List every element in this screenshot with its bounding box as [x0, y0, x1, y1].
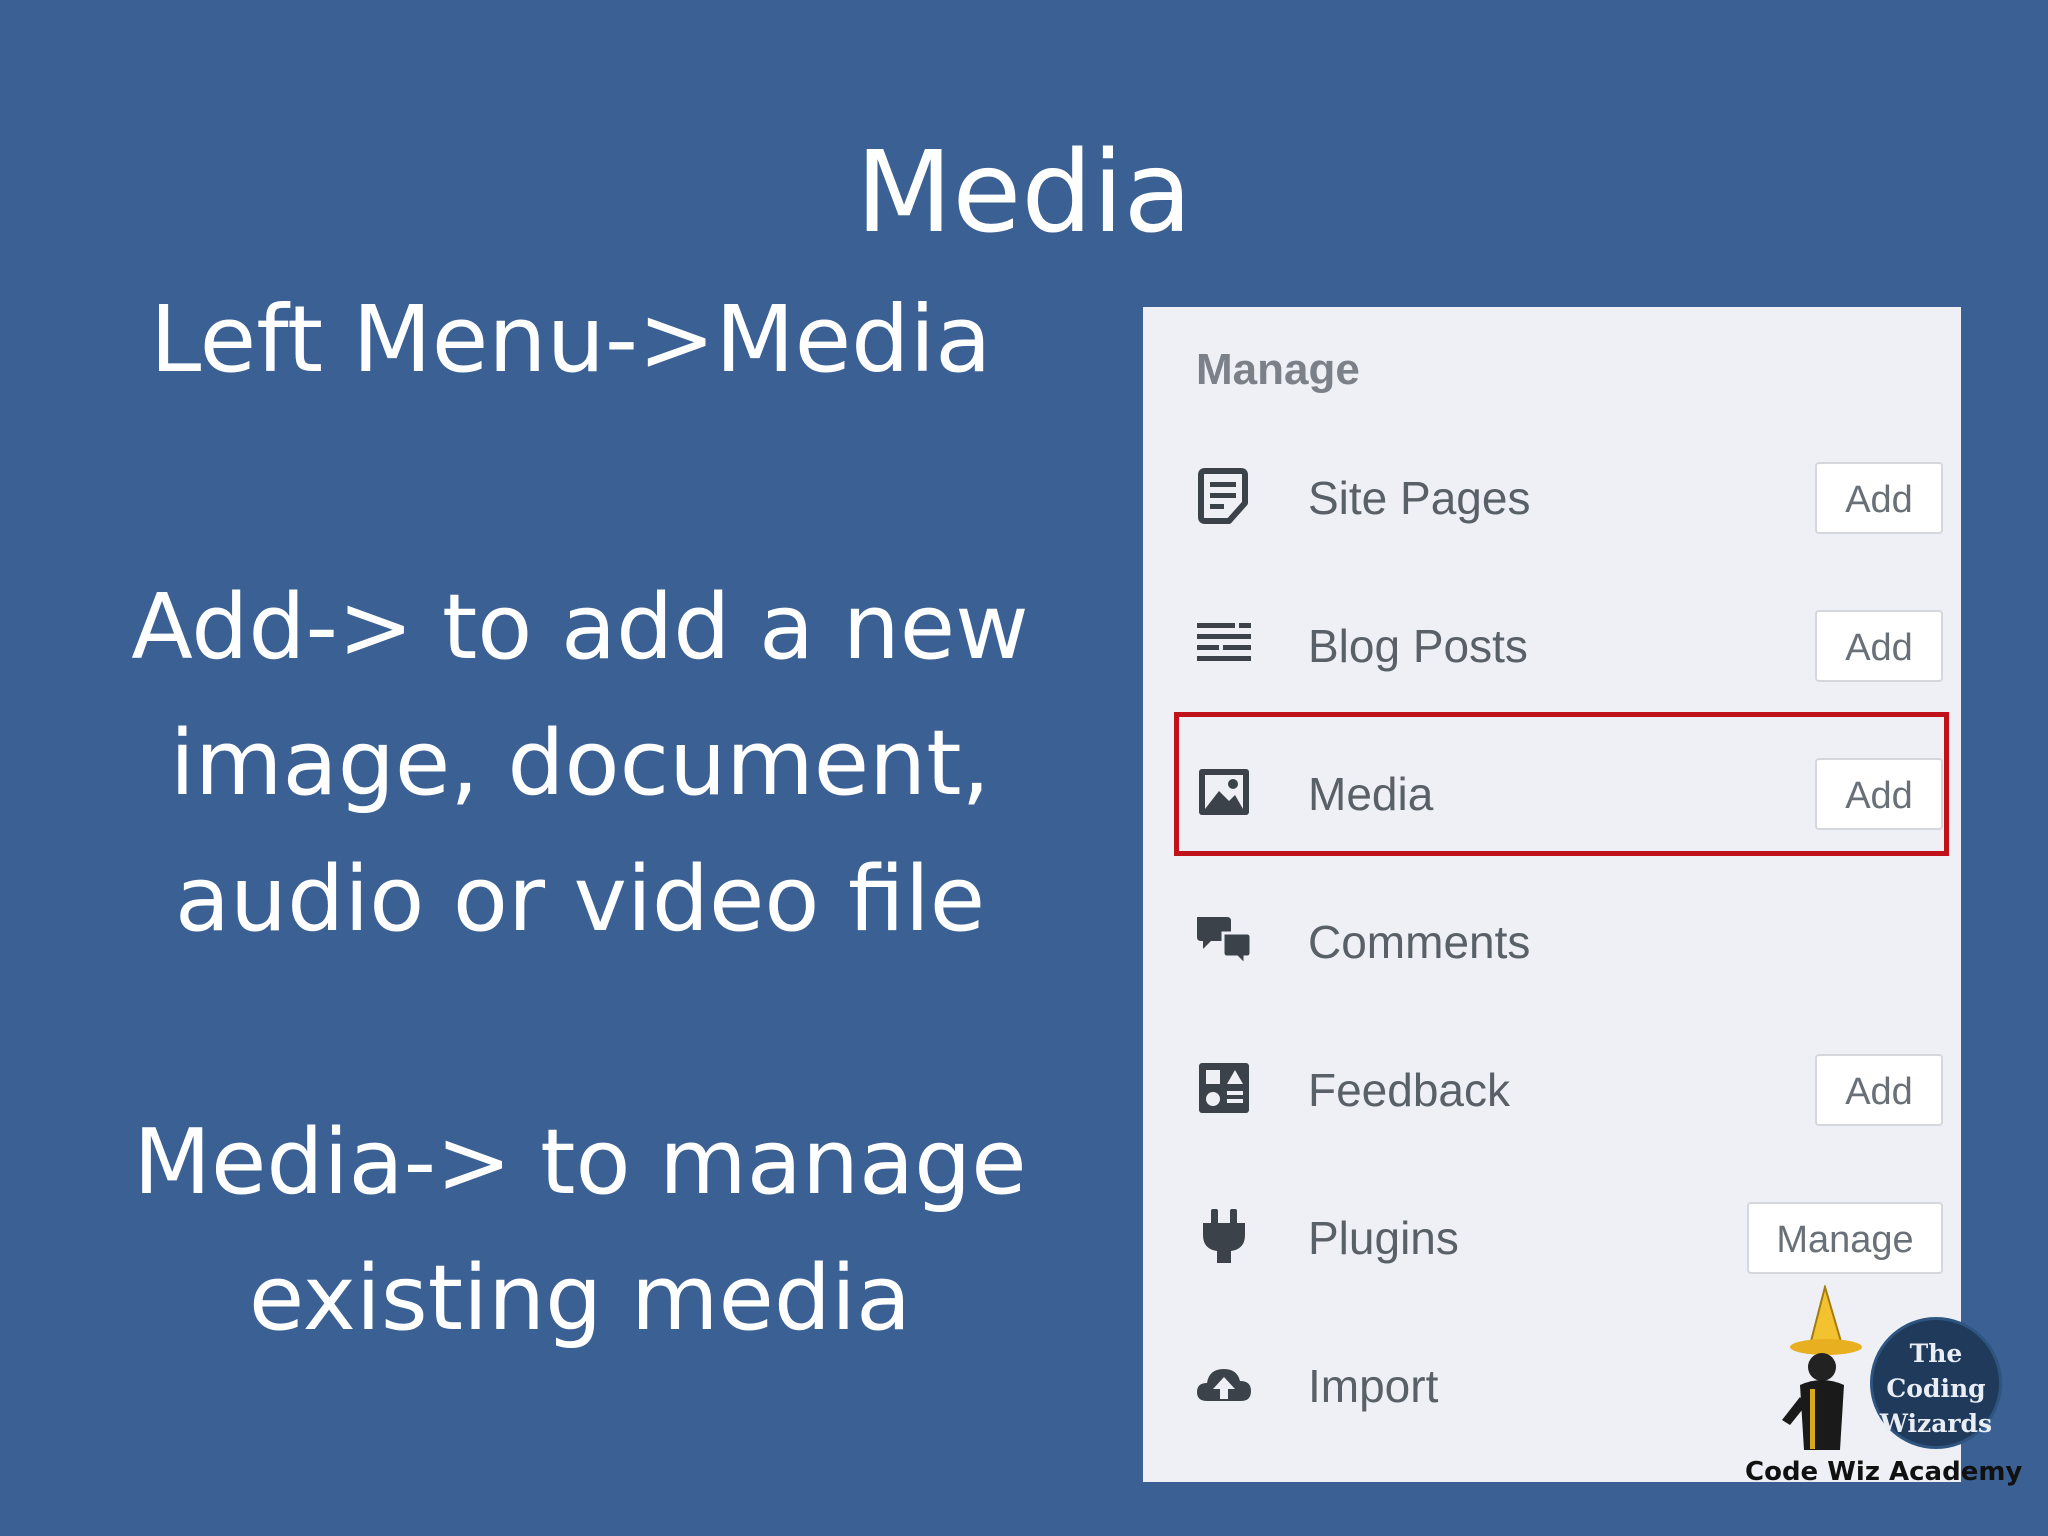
add-description-line: Add-> to add a new: [131, 575, 1029, 680]
menu-item-plugins[interactable]: Plugins Manage: [1183, 1185, 1943, 1285]
logo-line: The: [1909, 1339, 1963, 1368]
plug-icon: [1203, 1209, 1245, 1263]
media-description: Media-> to manage existing media: [80, 1095, 1080, 1367]
media-description-line: Media-> to manage: [133, 1110, 1027, 1215]
panel-heading: Manage: [1196, 345, 1360, 394]
add-description: Add-> to add a new image, document, audi…: [80, 560, 1080, 968]
menu-item-label: Import: [1308, 1360, 1439, 1412]
menu-item-label: Plugins: [1308, 1212, 1459, 1264]
page-icon: [1198, 468, 1248, 524]
menu-item-label: Feedback: [1308, 1064, 1511, 1116]
add-site-page-button[interactable]: Add: [1815, 462, 1943, 534]
add-description-line: audio or video file: [174, 847, 986, 952]
media-description-line: existing media: [248, 1246, 912, 1351]
comments-icon: [1197, 917, 1253, 969]
subheading: Left Menu->Media: [150, 286, 992, 393]
code-wiz-academy-logo: The Coding Wizards Code Wiz Academy: [1740, 1285, 2030, 1495]
add-description-line: image, document,: [169, 711, 991, 816]
menu-item-label: Comments: [1308, 916, 1531, 968]
menu-item-label: Blog Posts: [1308, 620, 1528, 672]
logo-line: Coding: [1886, 1374, 1986, 1403]
media-highlight-box: [1174, 712, 1949, 856]
cloud-upload-icon: [1197, 1369, 1251, 1401]
menu-item-site-pages[interactable]: Site Pages Add: [1183, 445, 1943, 545]
feedback-icon: [1199, 1063, 1249, 1113]
manage-plugins-button[interactable]: Manage: [1747, 1202, 1943, 1274]
coding-wizards-badge: The Coding Wizards: [1870, 1317, 2002, 1449]
wizard-icon: [1782, 1285, 1862, 1450]
logo-line: Wizards: [1879, 1409, 1993, 1438]
logo-caption: Code Wiz Academy: [1745, 1457, 2023, 1487]
menu-item-comments[interactable]: Comments: [1183, 889, 1943, 989]
slide-title: Media: [855, 128, 1193, 258]
menu-item-label: Site Pages: [1308, 472, 1531, 524]
add-blog-post-button[interactable]: Add: [1815, 610, 1943, 682]
posts-icon: [1197, 623, 1251, 661]
add-feedback-button[interactable]: Add: [1815, 1054, 1943, 1126]
menu-item-blog-posts[interactable]: Blog Posts Add: [1183, 593, 1943, 693]
menu-item-feedback[interactable]: Feedback Add: [1183, 1037, 1943, 1137]
